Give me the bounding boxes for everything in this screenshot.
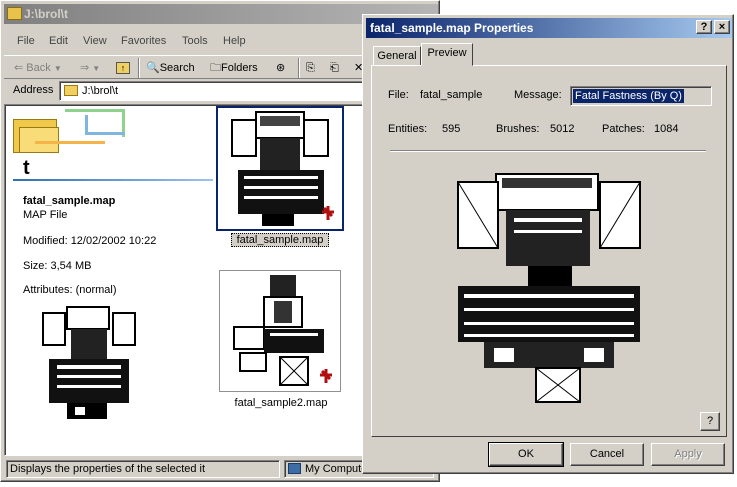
- tab-preview[interactable]: Preview: [421, 43, 473, 66]
- properties-dialog: fatal_sample.map Properties ? × General …: [362, 14, 734, 474]
- entities-value: 595: [442, 123, 461, 135]
- divider: [13, 179, 213, 181]
- map-thumbnail-image: [233, 275, 332, 386]
- status-text: Displays the properties of the selected …: [6, 460, 280, 478]
- file-label: File:: [388, 89, 409, 101]
- brushes-value: 5012: [550, 123, 575, 135]
- divider: [390, 150, 706, 152]
- help-button[interactable]: ?: [700, 412, 720, 431]
- history-button[interactable]: ⊛: [276, 59, 285, 77]
- context-help-button[interactable]: ?: [696, 20, 712, 34]
- computer-icon: [288, 463, 301, 474]
- address-value: J:\brol\t: [82, 85, 119, 97]
- close-button[interactable]: ×: [714, 20, 730, 34]
- file-thumbnail-fatal-sample[interactable]: [216, 106, 344, 231]
- address-label: Address: [13, 84, 54, 96]
- brushes-label: Brushes:: [496, 123, 540, 135]
- folders-icon: 🗀: [210, 62, 221, 74]
- map-preview-image: [457, 173, 641, 403]
- patches-label: Patches:: [602, 123, 645, 135]
- map-thumbnail-image: [231, 111, 334, 226]
- toolbar-separator: [298, 58, 300, 78]
- up-folder-icon: ↑: [116, 62, 130, 74]
- question-icon: ?: [700, 21, 708, 33]
- menu-view[interactable]: View: [83, 35, 107, 47]
- explorer-title: J:\brol\t: [24, 7, 68, 21]
- selected-file-modified: Modified: 12/02/2002 10:22: [23, 235, 157, 247]
- file-thumbnail-fatal-sample2[interactable]: [219, 270, 341, 392]
- message-value: Fatal Fastness (By Q): [573, 89, 684, 103]
- up-folder-button[interactable]: ↑: [116, 59, 130, 77]
- webview-decoration: [35, 141, 105, 144]
- forward-button[interactable]: ⇒ ▼: [80, 59, 100, 77]
- map-preview-image: [42, 306, 136, 419]
- search-button[interactable]: 🔍Search: [146, 59, 195, 77]
- apply-button[interactable]: Apply: [651, 443, 725, 466]
- copy-to-icon: ⎗: [330, 62, 339, 74]
- back-arrow-icon: ⇐: [14, 62, 24, 74]
- move-to-icon: ⎘: [306, 62, 315, 74]
- patches-value: 1084: [654, 123, 679, 135]
- move-to-button[interactable]: ⎘: [306, 59, 315, 77]
- back-button[interactable]: ⇐ Back ▼: [14, 59, 62, 77]
- preview-panel: File: fatal_sample Message: Fatal Fastne…: [371, 65, 727, 437]
- ok-button[interactable]: OK: [488, 442, 564, 467]
- webview-decoration: [85, 115, 125, 135]
- selected-file-name: fatal_sample.map: [23, 195, 116, 207]
- cancel-button[interactable]: Cancel: [570, 443, 644, 466]
- dialog-titlebar[interactable]: fatal_sample.map Properties ? ×: [366, 18, 732, 38]
- menu-file[interactable]: File: [17, 35, 35, 47]
- file-value: fatal_sample: [420, 89, 483, 101]
- menu-help[interactable]: Help: [223, 35, 246, 47]
- message-label: Message:: [514, 89, 562, 101]
- map-badge-icon: [320, 369, 332, 383]
- folder-title: t: [23, 157, 30, 179]
- entities-label: Entities:: [388, 123, 428, 135]
- dialog-title: fatal_sample.map Properties: [370, 21, 534, 35]
- folder-icon: [7, 7, 22, 20]
- message-field[interactable]: Fatal Fastness (By Q): [570, 86, 712, 106]
- tab-general[interactable]: General: [373, 46, 421, 66]
- close-icon: ×: [718, 21, 726, 33]
- menu-edit[interactable]: Edit: [49, 35, 68, 47]
- chevron-down-icon: ▼: [53, 64, 62, 73]
- copy-to-button[interactable]: ⎗: [330, 59, 339, 77]
- selected-file-attributes: Attributes: (normal): [23, 284, 117, 296]
- file-label-fatal-sample[interactable]: fatal_sample.map: [231, 233, 329, 247]
- selected-file-type: MAP File: [23, 209, 68, 221]
- toolbar-separator: [138, 58, 140, 78]
- menu-favorites[interactable]: Favorites: [121, 35, 166, 47]
- folders-button[interactable]: 🗀Folders: [210, 59, 258, 77]
- search-icon: 🔍: [146, 62, 160, 74]
- file-label-fatal-sample2[interactable]: fatal_sample2.map: [225, 397, 337, 409]
- chevron-down-icon: ▼: [92, 64, 101, 73]
- menu-tools[interactable]: Tools: [182, 35, 208, 47]
- selected-file-size: Size: 3,54 MB: [23, 260, 92, 272]
- folder-icon: [64, 85, 78, 96]
- large-folder-icon: [13, 113, 63, 153]
- history-icon: ⊛: [276, 62, 286, 74]
